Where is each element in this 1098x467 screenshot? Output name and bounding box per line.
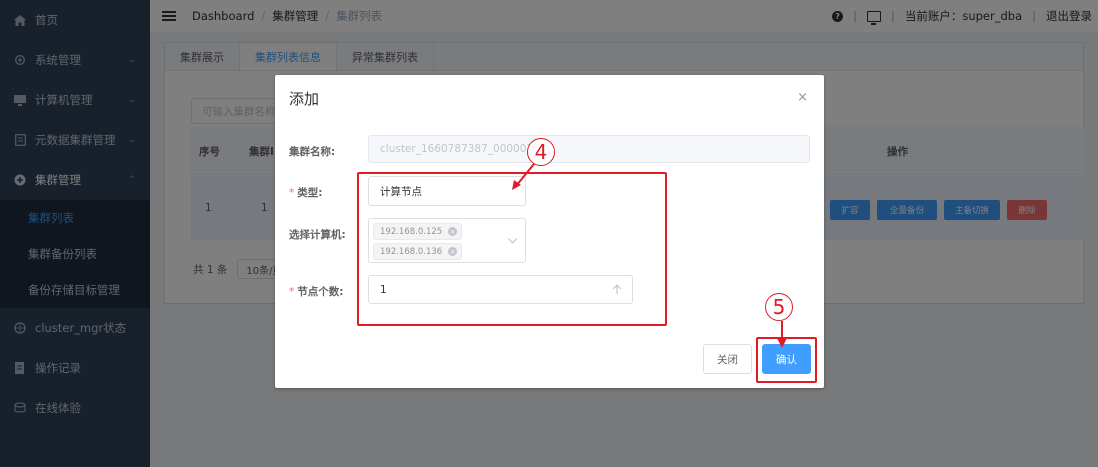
close-icon[interactable]: ×: [797, 90, 808, 105]
annotation-arrow-5: [777, 321, 787, 348]
annotation-step-5: 5: [765, 293, 793, 321]
required-mark: *: [289, 286, 295, 298]
annotation-arrow-4: [512, 163, 535, 190]
dialog-title: 添加: [289, 90, 320, 108]
type-label: * 类型:: [289, 185, 322, 200]
cluster-name-field: cluster_1660787387_000001: [368, 135, 810, 163]
cluster-name-label: 集群名称:: [289, 146, 336, 158]
node-count-label: * 节点个数:: [289, 284, 343, 299]
node-count-label-text: 节点个数:: [297, 286, 344, 298]
type-label-text: 类型:: [297, 187, 323, 199]
annotation-box-form: [357, 172, 667, 326]
cancel-button[interactable]: 关闭: [703, 344, 752, 374]
required-mark: *: [289, 187, 295, 199]
machine-label: 选择计算机:: [289, 229, 346, 241]
